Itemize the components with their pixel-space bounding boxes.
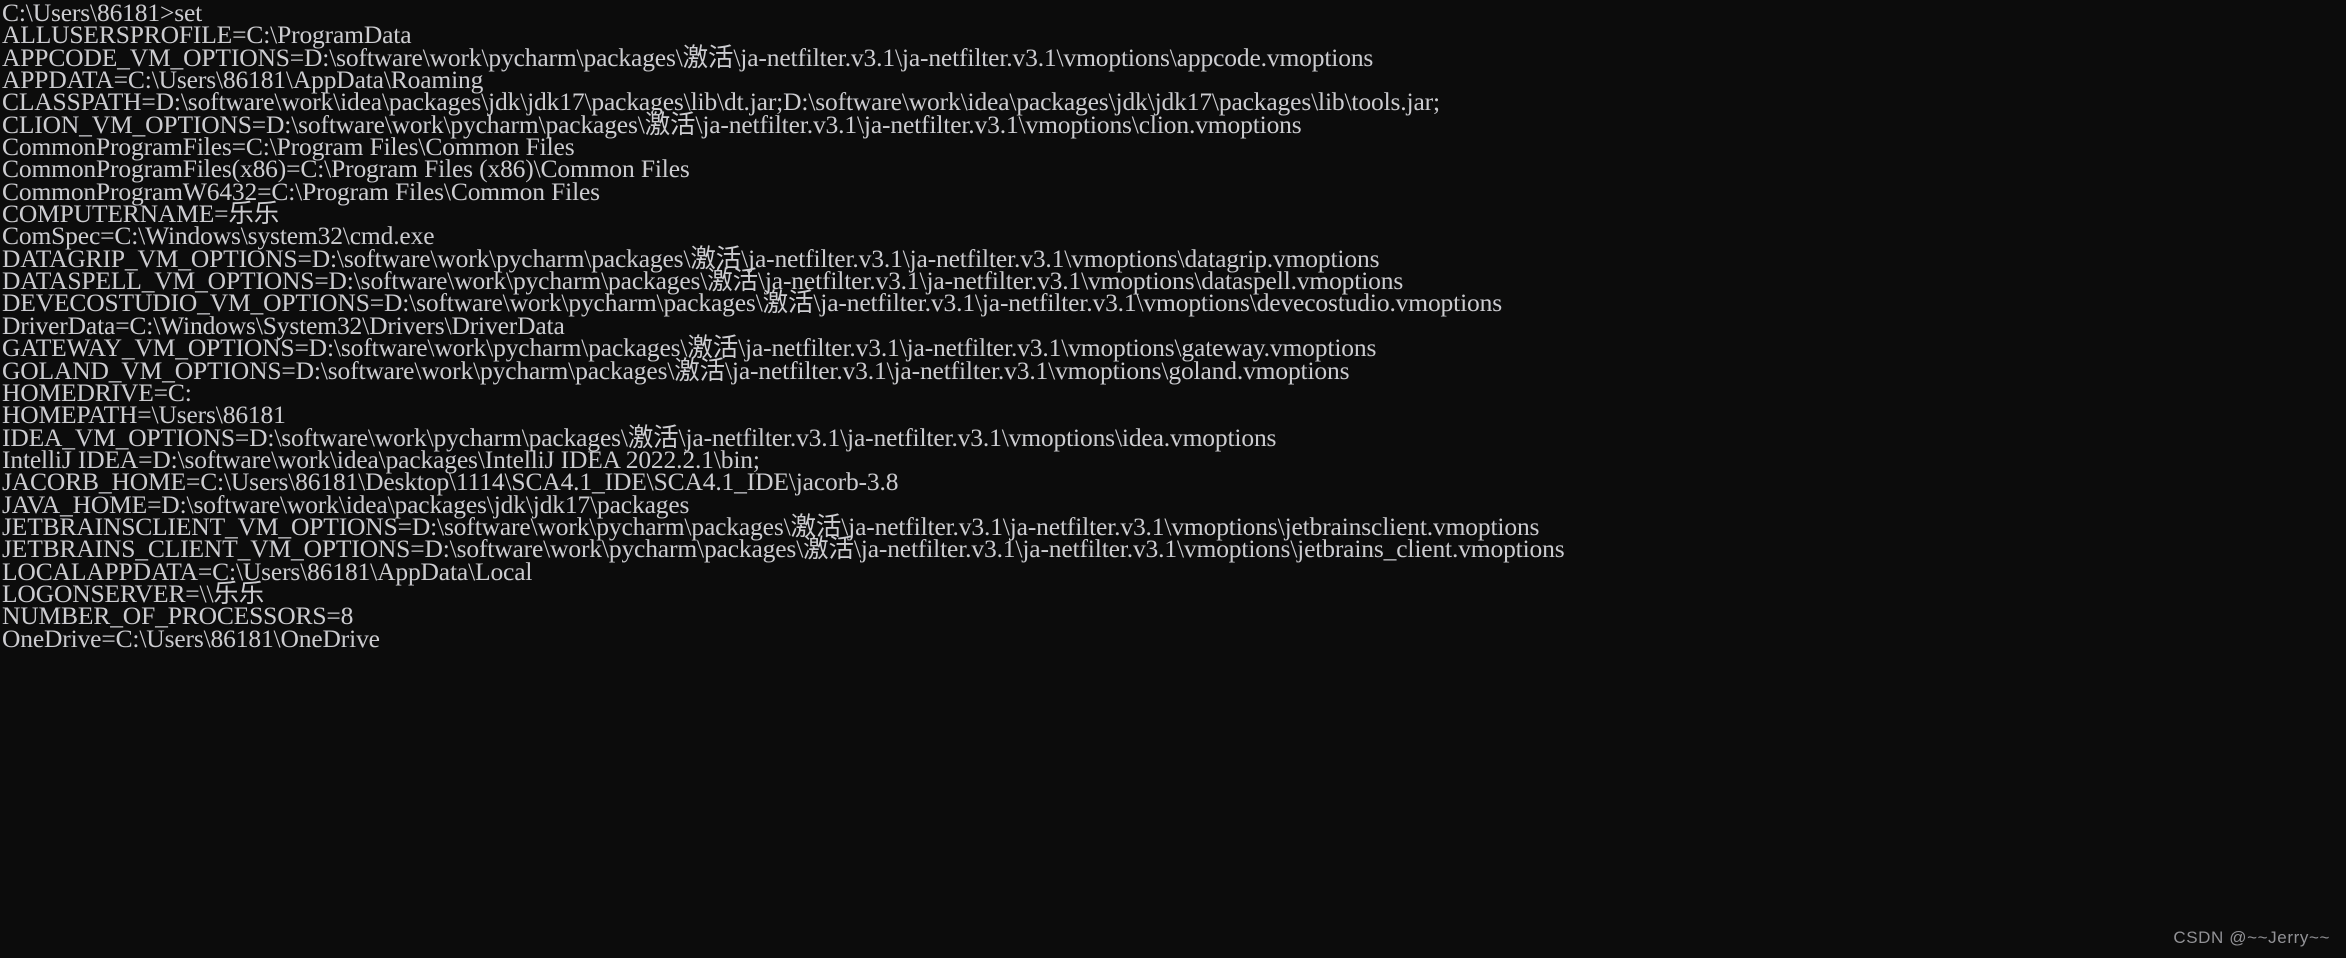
command-prompt-window[interactable]: C:\Users\86181>set ALLUSERSPROFILE=C:\Pro…	[0, 0, 2346, 958]
console-line: LOGONSERVER=\\乐乐	[2, 578, 265, 608]
console-line: OneDrive=C:\Users\86181\OneDrive	[2, 623, 380, 653]
csdn-watermark: CSDN @~~Jerry~~	[2173, 928, 2330, 947]
console-line: CommonProgramW6432=C:\Program Files\Comm…	[2, 176, 600, 206]
console-line: LOCALAPPDATA=C:\Users\86181\AppData\Loca…	[2, 556, 533, 586]
console-output-text: C:\Users\86181>set ALLUSERSPROFILE=C:\Pro…	[2, 0, 2346, 653]
console-line: HOMEDRIVE=C:	[2, 377, 192, 407]
console-line: GOLAND_VM_OPTIONS=D:\software\work\pycha…	[2, 355, 1350, 385]
